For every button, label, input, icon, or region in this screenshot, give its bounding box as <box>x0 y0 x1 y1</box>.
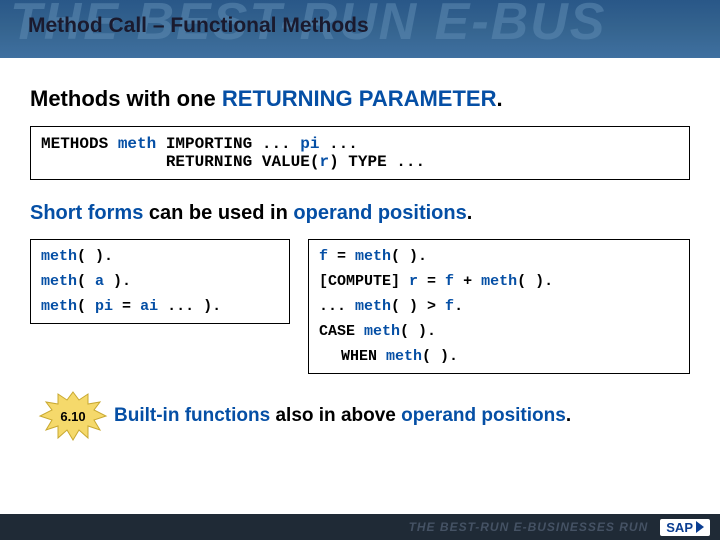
cl2b: r <box>319 153 329 171</box>
sf2b: ( <box>77 273 95 290</box>
two-column-examples: meth( ). meth( a ). meth( pi = ai ... ).… <box>30 239 690 374</box>
op5b: meth <box>386 348 422 365</box>
h2-kw2: operand positions <box>293 202 466 224</box>
sf3b: ( <box>77 298 95 315</box>
cl2a: RETURNING VALUE( <box>41 153 319 171</box>
op3d: f <box>445 298 454 315</box>
sf1a: meth <box>41 248 77 265</box>
codebox-method-declaration: METHODS meth IMPORTING ... pi ... RETURN… <box>30 126 690 180</box>
sf3c: pi <box>95 298 113 315</box>
bt-kw1: Built-in functions <box>114 405 270 426</box>
op3c: ( ) > <box>391 298 445 315</box>
sf3a: meth <box>41 298 77 315</box>
operand-positions-box: f = meth( ). [COMPUTE] r = f + meth( ). … <box>308 239 690 374</box>
sf2a: meth <box>41 273 77 290</box>
cl1c: IMPORTING ... <box>156 135 300 153</box>
version-badge: 6.10 <box>44 396 102 436</box>
op3b: meth <box>355 298 391 315</box>
h1-keyword: RETURNING PARAMETER <box>222 86 497 111</box>
builtin-functions-text: Built-in functions also in above operand… <box>114 405 571 427</box>
op2b: r <box>409 273 418 290</box>
heading-short-forms: Short forms can be used in operand posit… <box>30 202 690 225</box>
h2-kw1: Short forms <box>30 202 143 224</box>
sap-logo-text: SAP <box>666 520 693 535</box>
h1-part3: . <box>496 86 502 111</box>
op5c: ( ). <box>422 348 458 365</box>
code-line-1: METHODS meth IMPORTING ... pi ... <box>41 135 679 153</box>
op4a: CASE <box>319 323 364 340</box>
op2c: = <box>418 273 445 290</box>
sap-logo-triangle-icon <box>696 521 704 533</box>
cl1a: METHODS <box>41 135 118 153</box>
cl1d: pi <box>300 135 319 153</box>
version-number: 6.10 <box>60 409 85 424</box>
sf-line1: meth( ). <box>41 248 279 265</box>
op2f: meth <box>481 273 517 290</box>
heading-returning-param: Methods with one RETURNING PARAMETER. <box>30 86 690 112</box>
cl1b: meth <box>118 135 156 153</box>
cl1e: ... <box>319 135 357 153</box>
op-line5: WHEN meth( ). <box>319 348 679 365</box>
op-line1: f = meth( ). <box>319 248 679 265</box>
op1b: = <box>328 248 355 265</box>
op5a: WHEN <box>341 348 386 365</box>
bottom-row: 6.10 Built-in functions also in above op… <box>30 396 690 436</box>
short-forms-box: meth( ). meth( a ). meth( pi = ai ... ). <box>30 239 290 324</box>
h2-dot: . <box>467 202 473 224</box>
content-area: Methods with one RETURNING PARAMETER. ME… <box>0 58 720 436</box>
slide-title: Method Call – Functional Methods <box>28 14 369 38</box>
op1c: meth <box>355 248 391 265</box>
op4c: ( ). <box>400 323 436 340</box>
sf2d: ). <box>104 273 131 290</box>
h2-mid: can be used in <box>143 202 293 224</box>
op2d: f <box>445 273 454 290</box>
h1-part1: Methods with one <box>30 86 222 111</box>
sf3f: ... ). <box>158 298 221 315</box>
cl2c: ) TYPE ... <box>329 153 425 171</box>
footer-ghost-text: THE BEST-RUN E-BUSINESSES RUN <box>409 520 649 534</box>
sf1b: ( ). <box>77 248 113 265</box>
sf-line2: meth( a ). <box>41 273 279 290</box>
sf2c: a <box>95 273 104 290</box>
bt-dot: . <box>566 405 571 426</box>
footer-bar: THE BEST-RUN E-BUSINESSES RUN SAP <box>0 514 720 540</box>
op-line2: [COMPUTE] r = f + meth( ). <box>319 273 679 290</box>
bt-kw2: operand positions <box>401 405 566 426</box>
op2g: ( ). <box>517 273 553 290</box>
sap-logo: SAP <box>660 519 710 536</box>
op-line3: ... meth( ) > f. <box>319 298 679 315</box>
op-line4: CASE meth( ). <box>319 323 679 340</box>
op2a: [COMPUTE] <box>319 273 409 290</box>
op3a: ... <box>319 298 355 315</box>
sf3e: ai <box>140 298 158 315</box>
header-bar: THE BEST-RUN E-BUS Method Call – Functio… <box>0 0 720 58</box>
op2e: + <box>454 273 481 290</box>
code-line-2: RETURNING VALUE(r) TYPE ... <box>41 153 679 171</box>
op4b: meth <box>364 323 400 340</box>
sf3d: = <box>113 298 140 315</box>
op1d: ( ). <box>391 248 427 265</box>
op1a: f <box>319 248 328 265</box>
op3e: . <box>454 298 463 315</box>
bt-mid: also in above <box>270 405 401 426</box>
sf-line3: meth( pi = ai ... ). <box>41 298 279 315</box>
